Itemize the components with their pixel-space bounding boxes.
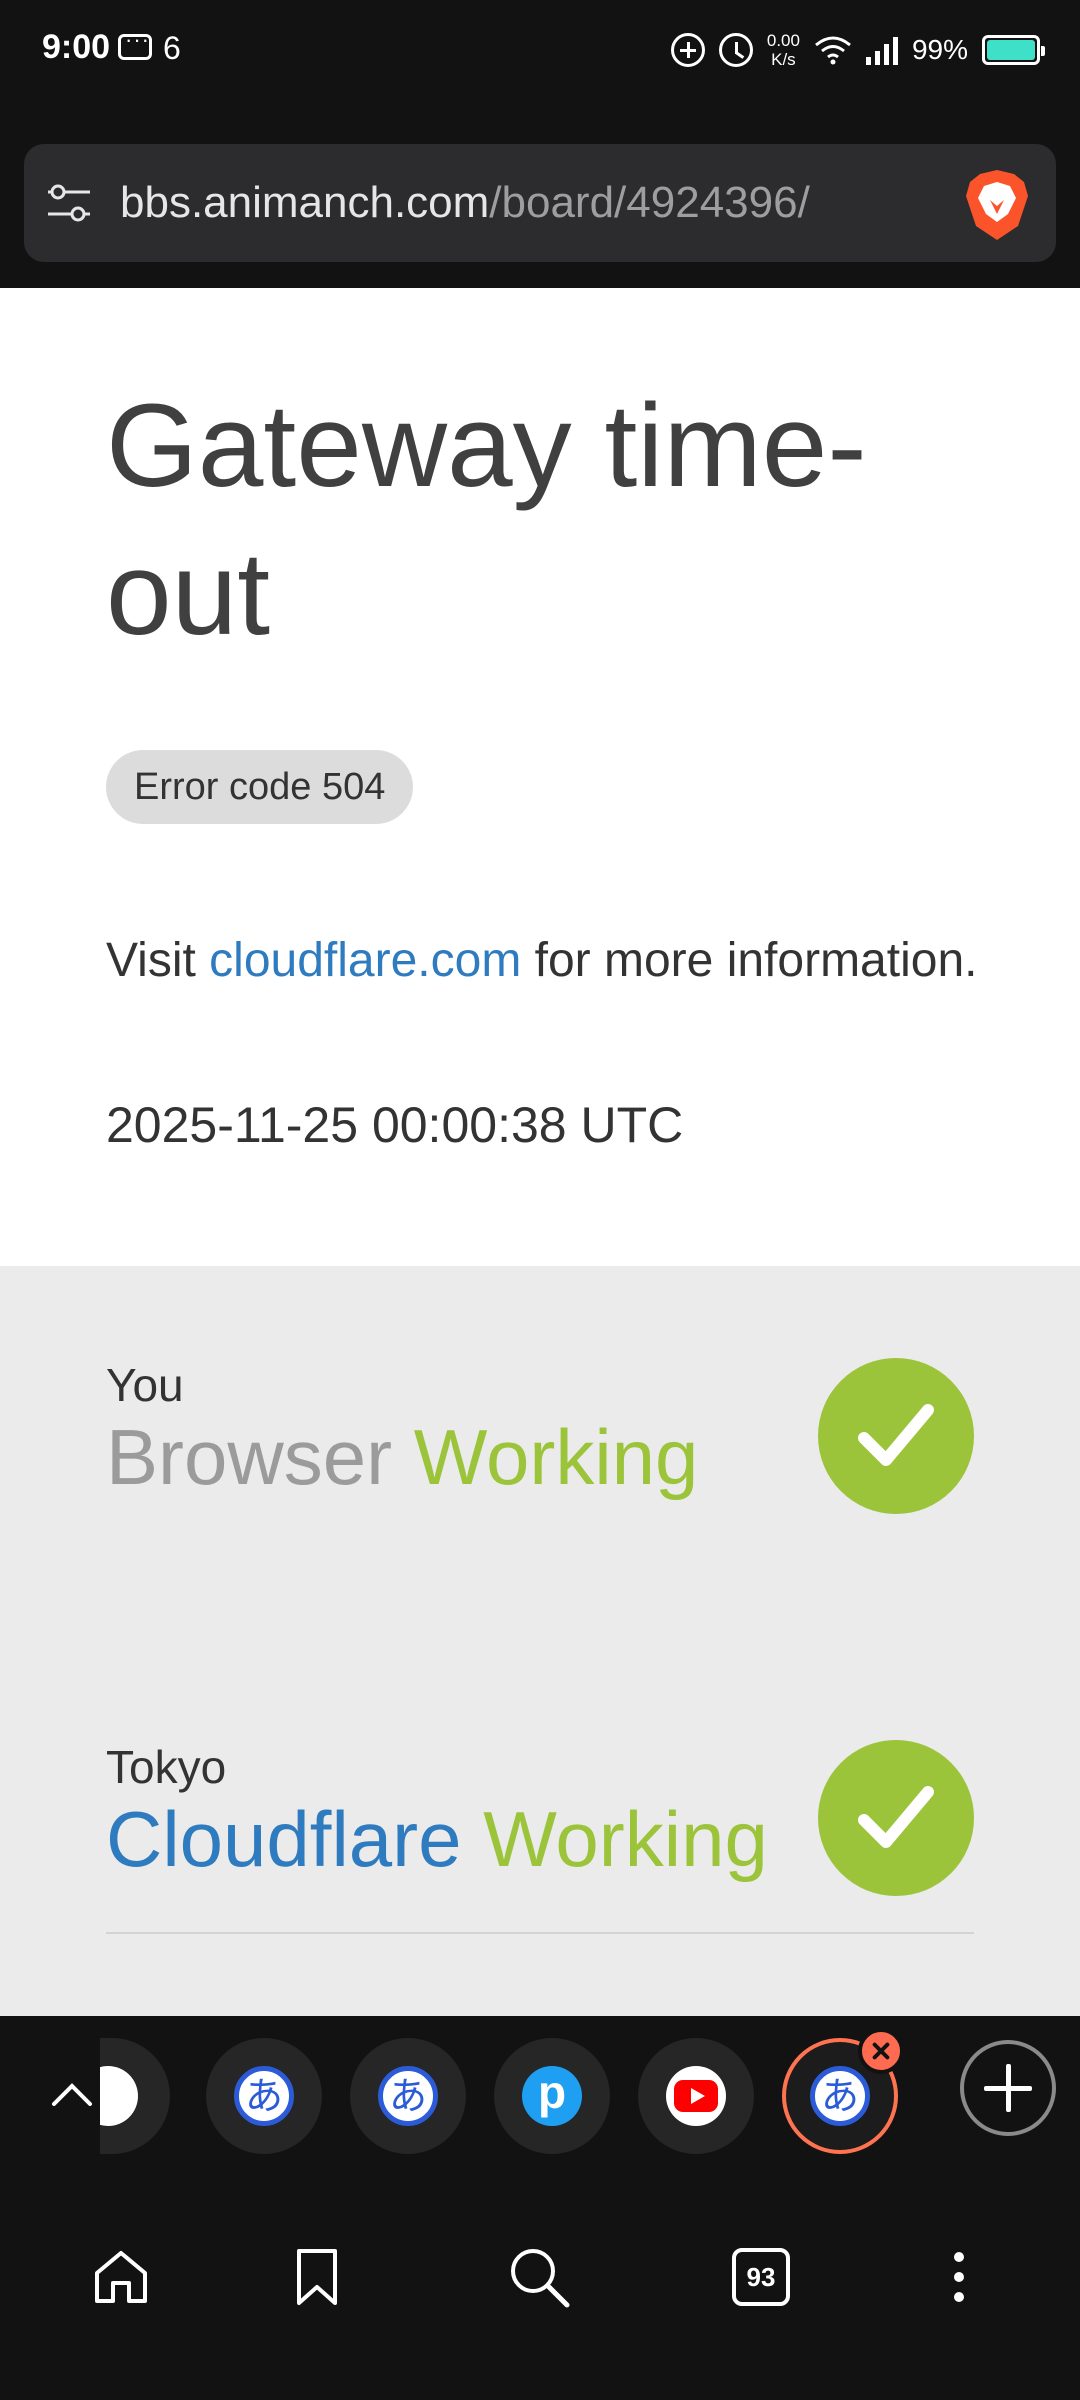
tabs-icon: 93 <box>732 2248 790 2306</box>
alarm-icon <box>718 33 753 67</box>
check-icon <box>818 1740 974 1896</box>
home-button[interactable] <box>76 2232 166 2322</box>
url-text[interactable]: bbs.animanch.com/board/4924396/ <box>120 178 810 228</box>
youtube-icon <box>666 2066 726 2126</box>
search-icon <box>511 2249 570 2308</box>
cell-signal-icon <box>865 35 898 65</box>
address-bar[interactable]: bbs.animanch.com/board/4924396/ <box>24 144 1056 262</box>
battery-icon <box>982 35 1045 65</box>
notification-count: 6 <box>163 30 181 66</box>
info-text: Visit cloudflare.com for more informatio… <box>106 930 986 992</box>
tune-icon[interactable] <box>44 182 94 224</box>
service-name: Browser <box>106 1413 393 1501</box>
timestamp: 2025-11-25 00:00:38 UTC <box>106 1097 684 1153</box>
browser-toolbar: bbs.animanch.com/board/4924396/ <box>0 100 1080 288</box>
info-text-prefix: Visit <box>106 934 196 987</box>
error-page: Gateway time-out Error code 504 Visit cl… <box>0 288 1080 2018</box>
status-icons: 0.00 K/s 99% <box>670 26 1045 74</box>
more-button[interactable] <box>914 2232 1004 2322</box>
close-tab-icon[interactable] <box>858 2028 904 2074</box>
tab-item[interactable]: あ <box>350 2038 466 2154</box>
status-text: Working <box>483 1795 768 1883</box>
tabs-button[interactable]: 93 <box>716 2232 806 2322</box>
status-panel: You Browser Working Tokyo Cloudflare Wor… <box>0 1266 1080 2018</box>
url-path: /board/4924396/ <box>489 178 810 227</box>
tab-item-active[interactable]: あ <box>782 2028 904 2154</box>
status-bar: 9:00 6 0.00 K/s 99% <box>0 0 1080 100</box>
pixiv-icon <box>522 2066 582 2126</box>
search-button[interactable] <box>494 2232 584 2322</box>
brave-lion-icon[interactable] <box>962 168 1032 242</box>
network-speed-unit: K/s <box>771 50 796 69</box>
network-speed: 0.00 K/s <box>767 31 800 69</box>
location-label: Tokyo <box>106 1741 227 1793</box>
hiragana-a-icon: あ <box>234 2066 294 2126</box>
status-row-cloudflare: Tokyo Cloudflare Working <box>106 1740 974 1940</box>
more-icon <box>954 2252 964 2302</box>
url-domain: bbs.animanch.com <box>120 178 490 227</box>
wifi-icon <box>815 36 851 65</box>
battery-percent: 99% <box>911 34 968 65</box>
new-tab-button[interactable] <box>960 2040 1056 2136</box>
hiragana-a-icon: あ <box>378 2066 438 2126</box>
status-text: Working <box>413 1413 699 1501</box>
bookmarks-button[interactable] <box>272 2232 362 2322</box>
data-saver-icon <box>670 33 705 67</box>
service-name: Cloudflare <box>106 1795 462 1883</box>
tab-strip: あ あ あ <box>0 2016 1080 2156</box>
error-code-badge: Error code 504 <box>106 750 414 824</box>
message-icon <box>118 27 152 60</box>
info-text-suffix: for more information. <box>534 934 978 987</box>
status-row-browser: You Browser Working <box>106 1358 974 1558</box>
clock: 9:00 <box>42 28 111 66</box>
status-line: Browser Working <box>106 1412 698 1503</box>
network-speed-value: 0.00 <box>766 31 800 50</box>
bookmark-icon <box>297 2249 337 2305</box>
tab-item[interactable] <box>494 2038 610 2154</box>
tab-partial[interactable] <box>100 2038 170 2154</box>
home-icon <box>95 2251 147 2303</box>
tab-item[interactable] <box>638 2038 754 2154</box>
bottom-nav: 93 <box>0 2156 1080 2400</box>
tab-item[interactable]: あ <box>206 2038 322 2154</box>
page-title: Gateway time-out <box>106 380 867 660</box>
check-icon <box>818 1358 974 1514</box>
location-label: You <box>106 1359 184 1411</box>
cloudflare-link[interactable]: cloudflare.com <box>209 934 521 987</box>
hiragana-a-icon: あ <box>810 2066 870 2126</box>
status-line: Cloudflare Working <box>106 1794 768 1885</box>
